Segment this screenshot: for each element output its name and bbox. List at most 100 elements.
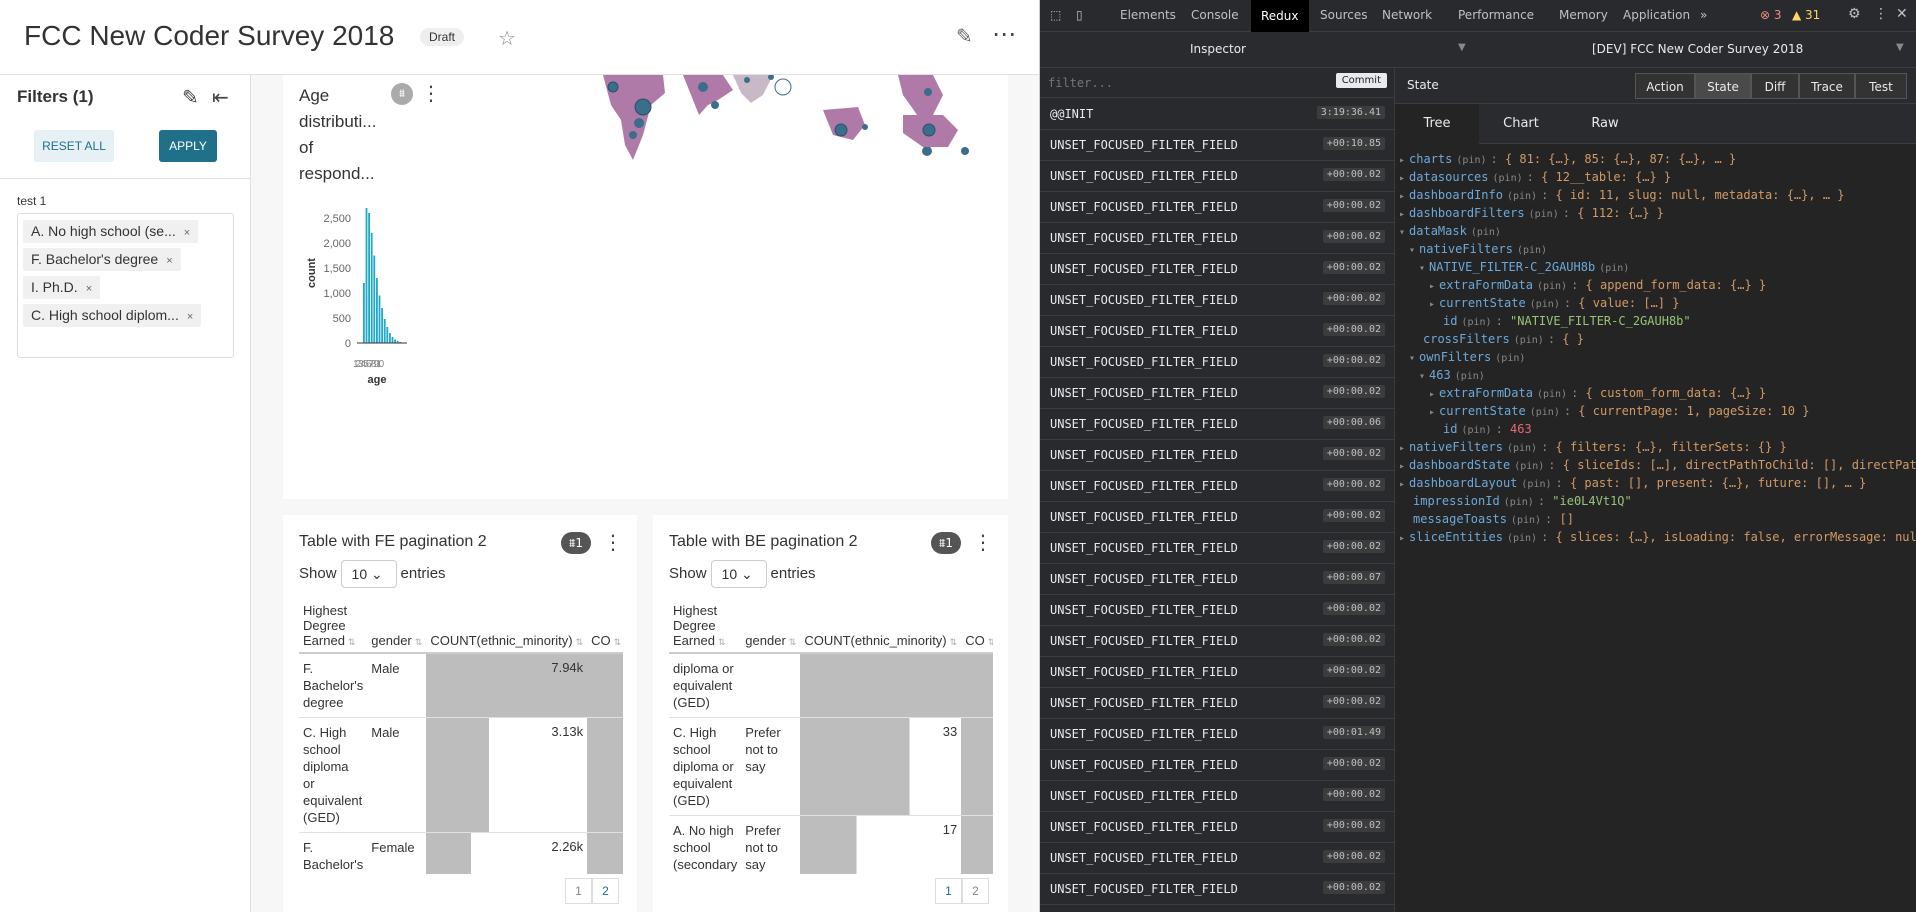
table-menu-icon[interactable]: ⋮ <box>603 532 623 552</box>
state-tree-node[interactable]: ▸ sliceEntities (pin): { slices: {…}, isLo… <box>1399 530 1916 544</box>
test-mode-button[interactable]: Test <box>1855 73 1907 99</box>
expanded-arrow-icon[interactable]: ▾ <box>1409 353 1415 364</box>
settings-gear-icon[interactable]: ⚙ <box>1848 6 1861 22</box>
edit-dashboard-icon[interactable]: ✎ <box>956 24 973 48</box>
remove-tag-icon[interactable]: × <box>86 283 92 295</box>
action-row[interactable]: UNSET_FOCUSED_FILTER_FIELD +00:00.02 <box>1040 192 1395 223</box>
pin-label[interactable]: (pin) <box>1529 209 1559 220</box>
action-row[interactable]: UNSET_FOCUSED_FILTER_FIELD +00:00.02 <box>1040 781 1395 812</box>
action-row[interactable]: UNSET_FOCUSED_FILTER_FIELD +00:00.02 <box>1040 223 1395 254</box>
collapsed-arrow-icon[interactable]: ▸ <box>1429 389 1435 400</box>
collapsed-arrow-icon[interactable]: ▸ <box>1429 299 1435 310</box>
draft-badge[interactable]: Draft <box>420 28 465 46</box>
instance-dropdown-icon[interactable]: ▼ <box>1896 42 1904 53</box>
action-row[interactable]: UNSET_FOCUSED_FILTER_FIELD +00:00.02 <box>1040 843 1395 874</box>
state-tree-node[interactable]: ▸ currentState (pin): { currentPage: 1, pa… <box>1429 404 1809 418</box>
expanded-arrow-icon[interactable]: ▾ <box>1399 227 1405 238</box>
view-tab-chart[interactable]: Chart <box>1479 104 1563 144</box>
pin-label[interactable]: (pin) <box>1599 263 1629 274</box>
more-options-icon[interactable]: ⋯ <box>992 20 1017 48</box>
pin-label[interactable]: (pin) <box>1530 407 1560 418</box>
pin-label[interactable]: (pin) <box>1507 533 1537 544</box>
tab-elements[interactable]: Elements <box>1120 8 1176 22</box>
state-tree-node[interactable]: ▸ extraFormData (pin): { append_form_data:… <box>1429 278 1766 292</box>
pin-label[interactable]: (pin) <box>1517 245 1547 256</box>
tab-sources[interactable]: Sources <box>1320 8 1367 22</box>
collapsed-arrow-icon[interactable]: ▸ <box>1399 191 1405 202</box>
action-row[interactable]: UNSET_FOCUSED_FILTER_FIELD +00:00.02 <box>1040 688 1395 719</box>
collapsed-arrow-icon[interactable]: ▸ <box>1429 281 1435 292</box>
pin-label[interactable]: (pin) <box>1514 335 1544 346</box>
expanded-arrow-icon[interactable]: ▾ <box>1409 245 1415 256</box>
edit-filters-icon[interactable]: ✎ <box>182 85 199 110</box>
action-row[interactable]: UNSET_FOCUSED_FILTER_FIELD +00:00.02 <box>1040 254 1395 285</box>
state-tree-node[interactable]: crossFilters (pin): { } <box>1409 332 1584 346</box>
column-header[interactable]: COUNT(ethnic_minority) ⇅ <box>800 599 961 653</box>
tab-memory[interactable]: Memory <box>1559 8 1608 22</box>
view-tab-raw[interactable]: Raw <box>1563 104 1647 144</box>
pin-label[interactable]: (pin) <box>1504 497 1534 508</box>
state-tree-node[interactable]: ▾ ownFilters (pin) <box>1409 350 1529 364</box>
state-mode-button[interactable]: State <box>1695 73 1751 99</box>
expanded-arrow-icon[interactable]: ▾ <box>1419 263 1425 274</box>
column-header[interactable]: gender ⇅ <box>741 599 800 653</box>
pin-label[interactable]: (pin) <box>1455 371 1485 382</box>
filter-actions-input[interactable] <box>1048 73 1328 93</box>
devtools-more-icon[interactable]: ⋮ <box>1874 6 1888 22</box>
state-tree-node[interactable]: ▸ dashboardInfo (pin): { id: 11, slug: nul… <box>1399 188 1845 202</box>
action-row[interactable]: UNSET_FOCUSED_FILTER_FIELD +00:00.07 <box>1040 564 1395 595</box>
column-header[interactable]: CO⇅ <box>587 599 623 653</box>
state-tree-node[interactable]: messageToasts (pin): [] <box>1399 512 1574 526</box>
state-tree-node[interactable]: ▸ dashboardState (pin): { sliceIds: […], d… <box>1399 458 1916 472</box>
tab-network[interactable]: Network <box>1382 8 1432 22</box>
tab-console[interactable]: Console <box>1191 8 1239 22</box>
action-row[interactable]: UNSET_FOCUSED_FILTER_FIELD +00:00.02 <box>1040 161 1395 192</box>
pin-label[interactable]: (pin) <box>1493 173 1523 184</box>
action-row[interactable]: UNSET_FOCUSED_FILTER_FIELD +00:00.02 <box>1040 440 1395 471</box>
action-row[interactable]: UNSET_FOCUSED_FILTER_FIELD +00:00.02 <box>1040 471 1395 502</box>
pin-label[interactable]: (pin) <box>1521 479 1551 490</box>
collapse-filters-icon[interactable]: ⇤ <box>212 85 229 110</box>
column-header[interactable]: gender ⇅ <box>367 599 426 653</box>
state-tree-node[interactable]: ▾ NATIVE_FILTER-C_2GAUH8b (pin) <box>1419 260 1633 274</box>
column-header[interactable]: COUNT(ethnic_minority) ⇅ <box>426 599 587 653</box>
remove-tag-icon[interactable]: × <box>166 255 172 267</box>
action-row[interactable]: UNSET_FOCUSED_FILTER_FIELD +00:10.85 <box>1040 130 1395 161</box>
pin-label[interactable]: (pin) <box>1537 389 1567 400</box>
action-row[interactable]: UNSET_FOCUSED_FILTER_FIELD +00:00.02 <box>1040 347 1395 378</box>
tab-redux[interactable]: Redux <box>1251 0 1309 32</box>
filter-badge[interactable]: ⩩1 <box>561 532 592 554</box>
state-tree-node[interactable]: impressionId (pin): "ie0L4Vt1Q" <box>1399 494 1632 508</box>
view-tab-tree[interactable]: Tree <box>1395 104 1479 144</box>
collapsed-arrow-icon[interactable]: ▸ <box>1429 407 1435 418</box>
favorite-star-icon[interactable]: ☆ <box>498 26 516 50</box>
action-row[interactable]: UNSET_FOCUSED_FILTER_FIELD +00:00.02 <box>1040 316 1395 347</box>
error-count[interactable]: ⊗ 3 <box>1760 8 1782 22</box>
diff-mode-button[interactable]: Diff <box>1751 73 1799 99</box>
action-row[interactable]: UNSET_FOCUSED_FILTER_FIELD +00:00.02 <box>1040 874 1395 905</box>
commit-button[interactable]: Commit <box>1335 73 1387 88</box>
collapsed-arrow-icon[interactable]: ▸ <box>1399 155 1405 166</box>
state-tree-node[interactable]: ▸ datasources (pin): { 12__table: {…} } <box>1399 170 1671 184</box>
action-row[interactable]: UNSET_FOCUSED_FILTER_FIELD +00:00.02 <box>1040 378 1395 409</box>
state-tree-node[interactable]: ▸ charts (pin): { 81: {…}, 85: {…}, 87: {…… <box>1399 152 1736 166</box>
column-header[interactable]: Highest Degree Earned ⇅ <box>669 599 741 653</box>
action-row[interactable]: UNSET_FOCUSED_FILTER_FIELD +00:00.02 <box>1040 285 1395 316</box>
remove-tag-icon[interactable]: × <box>184 227 190 239</box>
state-tree-node[interactable]: id (pin): 463 <box>1429 422 1532 436</box>
collapsed-arrow-icon[interactable]: ▸ <box>1399 173 1405 184</box>
reset-all-button[interactable]: RESET ALL <box>34 130 114 162</box>
pin-label[interactable]: (pin) <box>1511 515 1541 526</box>
collapsed-arrow-icon[interactable]: ▸ <box>1399 443 1405 454</box>
tab-performance[interactable]: Performance <box>1458 8 1534 22</box>
instance-label[interactable]: [DEV] FCC New Coder Survey 2018 <box>1592 42 1803 56</box>
chart-menu-icon[interactable]: ⋮ <box>421 83 441 103</box>
inspect-element-icon[interactable]: ⬚ <box>1050 8 1061 22</box>
inspector-dropdown-icon[interactable]: ▼ <box>1458 42 1466 53</box>
pin-label[interactable]: (pin) <box>1537 281 1567 292</box>
trace-mode-button[interactable]: Trace <box>1799 73 1855 99</box>
action-mode-button[interactable]: Action <box>1635 73 1695 99</box>
filter-indicator-icon[interactable]: ⩩ <box>391 83 413 105</box>
apply-button[interactable]: APPLY <box>159 130 217 162</box>
state-tree-node[interactable]: ▸ extraFormData (pin): { custom_form_data:… <box>1429 386 1766 400</box>
